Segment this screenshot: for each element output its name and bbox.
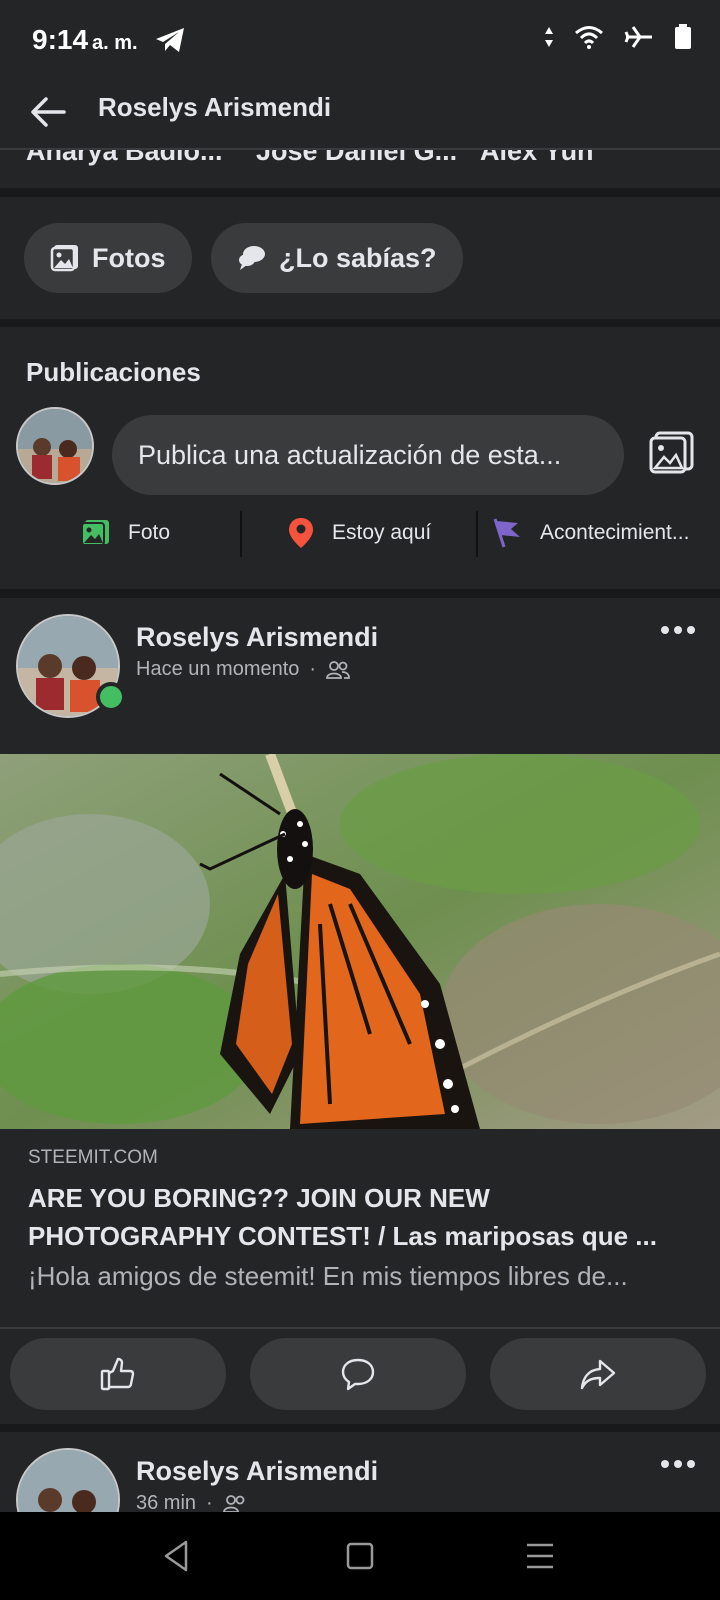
flag-icon [493, 518, 520, 548]
status-ampm: a. m. [92, 32, 138, 54]
status-bar: 9:14 a. m. [0, 0, 720, 80]
photos-chip-label: Fotos [92, 242, 166, 273]
status-icons [544, 24, 692, 50]
post-time[interactable]: Hace un momento [136, 658, 299, 681]
meta-dot: · [206, 1492, 213, 1512]
profile-chips: Fotos ¿Lo sabías? [0, 197, 720, 319]
more-options-icon[interactable] [660, 624, 696, 636]
avatar-photo [18, 409, 92, 483]
like-icon [100, 1357, 135, 1391]
divider [476, 511, 478, 557]
composer-input[interactable]: Publica una actualización de esta... [112, 415, 624, 495]
location-pin-icon [289, 518, 313, 548]
avatar[interactable] [16, 407, 94, 485]
friend-name[interactable]: Alex Yun [480, 150, 594, 167]
post-author-name[interactable]: Roselys Arismendi [136, 1456, 378, 1487]
check-in-action[interactable]: Estoy aquí [288, 507, 431, 559]
post-meta: Hace un momento · [136, 658, 350, 681]
online-status-dot [96, 682, 126, 712]
more-options-icon[interactable] [660, 1458, 696, 1470]
post-author-name[interactable]: Roselys Arismendi [136, 622, 378, 653]
share-icon [580, 1359, 616, 1390]
page-title: Roselys Arismendi [98, 92, 332, 122]
feed-post: Roselys Arismendi 36 min · [0, 1432, 720, 1512]
nav-menu-icon[interactable] [518, 1534, 562, 1578]
friends-strip: Anarya Badio... Jose Daniel G... Alex Yu… [0, 150, 720, 188]
speech-bubble-icon [239, 246, 265, 270]
comment-button[interactable] [250, 1338, 466, 1410]
photo-icon [81, 520, 109, 546]
battery-icon [675, 24, 691, 49]
airplane-icon [624, 26, 652, 48]
telegram-icon [156, 28, 184, 52]
meta-dot: · [309, 658, 317, 680]
link-domain: STEEMIT.COM [28, 1147, 158, 1168]
photo-action[interactable]: Foto [80, 507, 170, 559]
post-meta: 36 min · [136, 1492, 247, 1512]
link-title-line: PHOTOGRAPHY CONTEST! / Las mariposas que… [28, 1221, 657, 1251]
post-image[interactable] [0, 754, 720, 1129]
life-event-action-label: Acontecimient... [540, 521, 690, 544]
publications-section: Publicaciones Publica una actualización … [0, 327, 720, 589]
link-title-line: ARE YOU BORING?? JOIN OUR NEW [28, 1183, 490, 1213]
composer-actions: Foto Estoy aquí Acontecimient... [0, 507, 720, 559]
divider [240, 511, 242, 557]
did-you-know-chip[interactable]: ¿Lo sabías? [211, 223, 463, 293]
butterfly-photo [0, 754, 720, 1129]
life-event-action[interactable]: Acontecimient... [492, 507, 689, 559]
wifi-icon [575, 26, 603, 49]
back-arrow-icon[interactable] [28, 92, 68, 132]
link-preview[interactable]: STEEMIT.COM ARE YOU BORING?? JOIN OUR NE… [0, 1129, 720, 1327]
system-nav-bar [0, 1512, 720, 1600]
friends-icon[interactable] [326, 660, 350, 680]
avatar-photo [18, 1450, 118, 1512]
friend-name[interactable]: Jose Daniel G... [256, 150, 457, 167]
friend-name[interactable]: Anarya Badio... [26, 150, 223, 167]
friends-icon[interactable] [222, 1494, 247, 1513]
feed-post: Roselys Arismendi Hace un momento · STEE… [0, 598, 720, 1424]
post-author-avatar[interactable] [16, 1448, 120, 1512]
check-in-action-label: Estoy aquí [332, 521, 432, 544]
share-button[interactable] [490, 1338, 706, 1410]
nav-back-icon[interactable] [156, 1534, 200, 1578]
top-app-bar: Roselys Arismendi [0, 80, 720, 150]
comment-icon [341, 1358, 375, 1391]
photos-chip[interactable]: Fotos [24, 223, 192, 293]
link-title: ARE YOU BORING?? JOIN OUR NEW PHOTOGRAPH… [28, 1179, 692, 1255]
like-button[interactable] [10, 1338, 226, 1410]
link-description: ¡Hola amigos de steemit! En mis tiempos … [28, 1261, 628, 1291]
add-photo-icon[interactable] [648, 431, 696, 475]
did-you-know-chip-label: ¿Lo sabías? [279, 242, 437, 273]
nav-home-icon[interactable] [338, 1534, 382, 1578]
post-time[interactable]: 36 min [136, 1492, 196, 1512]
status-time: 9:14 [32, 24, 89, 55]
photo-action-label: Foto [128, 521, 171, 544]
data-arrows-icon [545, 27, 553, 47]
section-title: Publicaciones [26, 357, 201, 387]
divider [0, 1327, 720, 1329]
photos-icon [50, 245, 78, 272]
